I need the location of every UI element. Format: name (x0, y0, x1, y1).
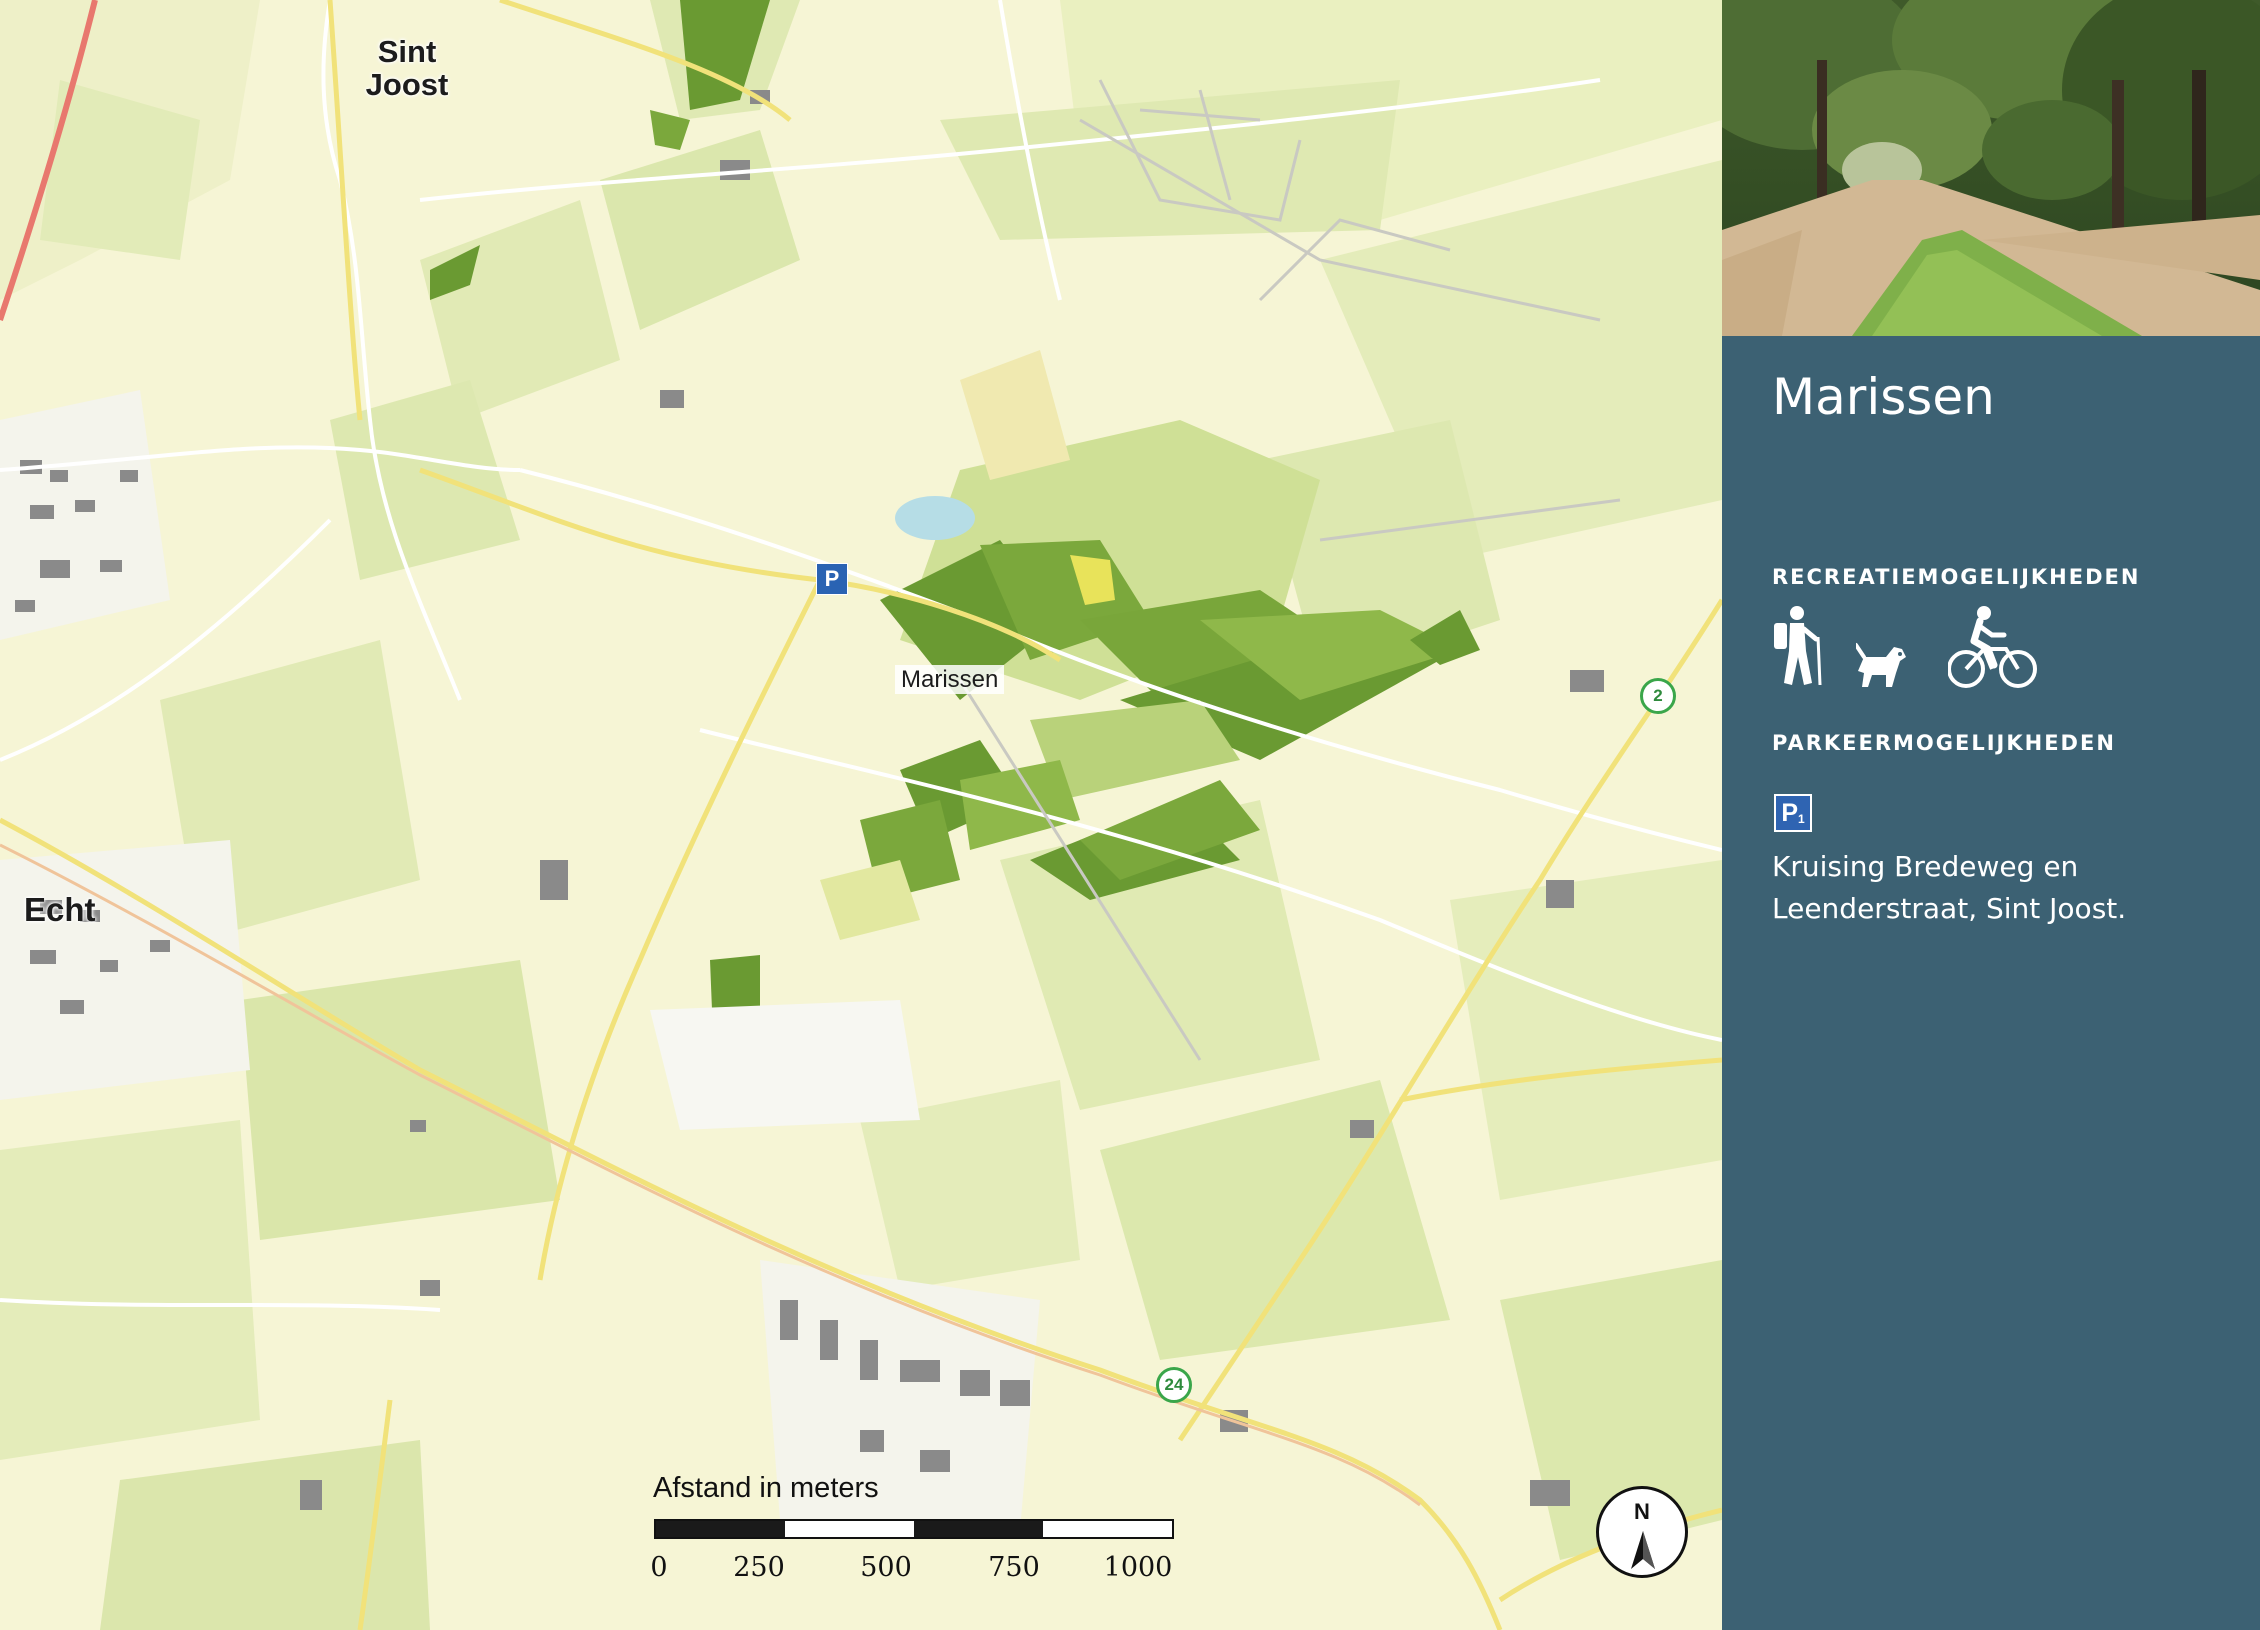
hiker-icon (1774, 606, 1822, 686)
map-area[interactable]: Sint Joost Echt Marissen P 2 24 Afstand … (0, 0, 1722, 1630)
panel-title: Marissen (1772, 368, 1995, 426)
compass-arrow-icon (1631, 1531, 1655, 1569)
cyclist-icon (1948, 606, 2037, 688)
page: Sint Joost Echt Marissen P 2 24 Afstand … (0, 0, 2260, 1630)
scale-tick: 250 (733, 1552, 785, 1583)
place-label-echt: Echt (24, 891, 96, 928)
parking-badge-letter: P (1781, 799, 1798, 827)
place-label-sint-joost: Sint Joost (365, 34, 449, 102)
route-node-2[interactable]: 2 (1640, 678, 1676, 714)
scale-tick: 0 (650, 1552, 668, 1583)
parking-heading: PARKEERMOGELIJKHEDEN (1772, 731, 2116, 755)
scale-segment (785, 1521, 914, 1537)
scale-segment (1043, 1521, 1172, 1537)
parking-p1-icon: P1 (1774, 794, 1812, 832)
scale-bar-segments (654, 1519, 1174, 1539)
dog-walking-icon (1856, 643, 1906, 687)
scale-tick: 750 (988, 1552, 1040, 1583)
parking-address-line: Leenderstraat, Sint Joost. (1772, 892, 2127, 925)
north-arrow-icon: N (1596, 1486, 1688, 1578)
place-label-marissen: Marissen (895, 665, 1005, 695)
parking-badge-number: 1 (1798, 812, 1805, 826)
route-node-24[interactable]: 24 (1156, 1367, 1192, 1403)
scale-segment (914, 1521, 1043, 1537)
parking-marker[interactable]: P (816, 563, 848, 595)
forest-path-photo (1722, 0, 2260, 336)
scale-tick: 500 (860, 1552, 912, 1583)
map-base-layer (0, 0, 1722, 1630)
compass-north-label: N (1634, 1499, 1650, 1524)
scale-bar: Afstand in meters 0 250 500 750 1000 (650, 1472, 1190, 1592)
recreation-heading: RECREATIEMOGELIJKHEDEN (1772, 565, 2141, 589)
parking-address: Kruising Bredeweg en Leenderstraat, Sint… (1772, 846, 2126, 930)
scale-segment (656, 1521, 785, 1537)
scale-tick: 1000 (1103, 1552, 1173, 1583)
scale-title: Afstand in meters (653, 1472, 879, 1504)
info-panel: Marissen RECREATIEMOGELIJKHEDEN PARKEERM… (1722, 0, 2260, 1630)
parking-address-line: Kruising Bredeweg en (1772, 850, 2079, 883)
